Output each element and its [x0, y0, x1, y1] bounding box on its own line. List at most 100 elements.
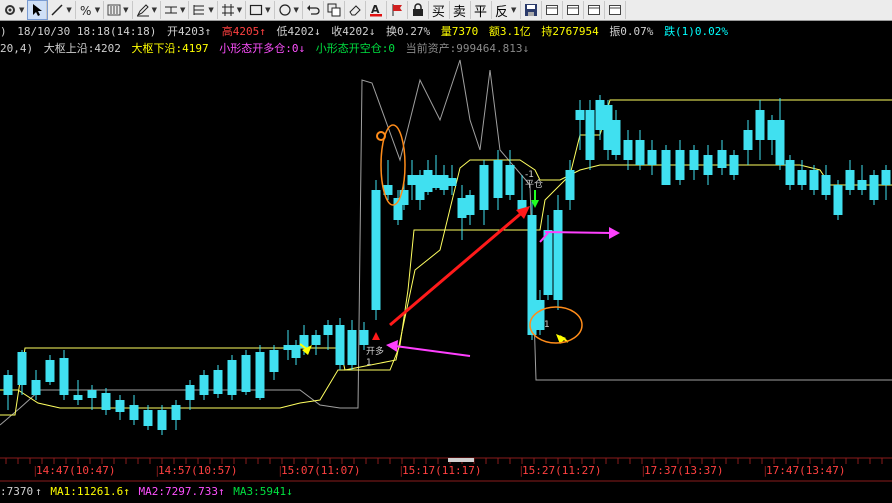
candle-body-down [157, 410, 167, 430]
candle-body-down [199, 375, 209, 395]
candle-body-down [689, 150, 699, 170]
time-separator: | [154, 464, 161, 477]
candle-body-down [595, 100, 605, 130]
candle-body-down [493, 160, 503, 198]
time-axis: 14:47(10:47) | 14:57(10:57) | 15:07(11:07) | 1… [0, 461, 892, 479]
pink-arrow-line-2 [544, 231, 613, 234]
candle-body-down [171, 405, 181, 420]
ma1-value: MA1:11261.6↑ [50, 485, 130, 498]
candle-body-down [603, 105, 613, 150]
candle-body-down [505, 165, 515, 195]
candle-body-down [371, 190, 381, 310]
candle-body-down [647, 150, 657, 165]
candle-body-down [447, 178, 457, 186]
candle-body-down [407, 175, 417, 185]
candle-body-down [585, 110, 595, 160]
candle-body-down [845, 170, 855, 190]
candle-body-down [703, 155, 713, 175]
time-separator: | [640, 464, 647, 477]
candle-body-down [439, 175, 449, 190]
time-separator: | [32, 464, 39, 477]
pivot-upper-line [0, 99, 892, 409]
candle-body-down [465, 195, 475, 215]
candle-body-down [227, 360, 237, 395]
candle-body-down [881, 170, 891, 185]
candle-body-down [87, 390, 97, 398]
time-label: 15:27(11:27) [522, 464, 602, 477]
open-long-qty-label: 1 [366, 358, 372, 368]
close-position-label: 平仓 [525, 180, 544, 190]
ma3-value: MA3:5941↓ [233, 485, 293, 498]
candle-body-down [857, 180, 867, 190]
candle-body-down [213, 370, 223, 394]
candle-body-down [543, 230, 553, 295]
candle-body-down [809, 170, 819, 190]
candle-body-down [101, 393, 111, 410]
candle-body-down [323, 325, 333, 335]
volume-ma-line: :7370 ↑ MA1:11261.6↑ MA2:7297.733↑ MA3:59… [0, 485, 295, 498]
candle-body-down [3, 375, 13, 395]
candle-body-down [717, 150, 727, 168]
candle-body-down [59, 358, 69, 395]
time-separator: | [762, 464, 769, 477]
candle-body-down [431, 175, 441, 188]
candle-body-down [833, 185, 843, 215]
candlestick-chart[interactable] [0, 0, 892, 503]
candle-body-down [241, 355, 251, 392]
candle-body-down [767, 120, 777, 140]
candle-body-down [399, 190, 409, 205]
time-label: 14:57(10:57) [158, 464, 238, 477]
candle-body-down [255, 352, 265, 398]
candle-body-down [755, 110, 765, 140]
time-label: 15:17(11:17) [402, 464, 482, 477]
candle-body-down [743, 130, 753, 150]
candle-body-down [565, 170, 575, 200]
candle-body-down [457, 198, 467, 218]
candle-body-down [797, 170, 807, 185]
marker-circle [376, 131, 386, 141]
candle-body-down [359, 330, 369, 345]
candle-body-down [269, 350, 279, 372]
time-label: 17:47(13:47) [766, 464, 846, 477]
candle-body-down [115, 400, 125, 412]
candle-body-down [31, 380, 41, 395]
candle-body-down [423, 170, 433, 192]
candle-body-down [635, 140, 645, 165]
pink-arrow-line-1 [394, 345, 471, 357]
ma2-value: MA2:7297.733↑ [138, 485, 225, 498]
time-separator: | [277, 464, 284, 477]
candle-body-down [675, 150, 685, 180]
candle-body-down [479, 165, 489, 210]
small-qty-label: 1 [544, 320, 550, 330]
candle-body-down [347, 330, 357, 365]
close-position-qty-label: -1 [525, 170, 534, 180]
candle-body-down [129, 405, 139, 420]
candle-body-down [785, 160, 795, 185]
candle-body-down [611, 120, 621, 155]
candle-body-down [553, 210, 563, 300]
candle-body-down [335, 325, 345, 365]
candle-body-down [311, 335, 321, 345]
open-signal-arrow [372, 332, 380, 340]
candle-body-down [17, 352, 27, 385]
pivot-lower-line [0, 159, 892, 416]
candle-body-down [729, 155, 739, 175]
candle-body-down [661, 150, 671, 185]
candle-body-down [869, 175, 879, 200]
time-label: 17:37(13:37) [644, 464, 724, 477]
time-label: 14:47(10:47) [36, 464, 116, 477]
candle-body-down [291, 345, 301, 358]
candle-body-down [283, 345, 293, 350]
candle-body-down [623, 140, 633, 160]
time-separator: | [518, 464, 525, 477]
candle-body-down [143, 410, 153, 426]
open-long-label: 开多 [366, 347, 385, 357]
candle-body-down [73, 395, 83, 400]
vol-value: :7370 ↑ [0, 485, 42, 498]
candle-body-down [45, 360, 55, 382]
pink-arrow-head-2 [609, 227, 620, 239]
pink-arrow-head-1 [386, 340, 398, 352]
candle-body-down [775, 120, 785, 165]
candle-body-down [821, 175, 831, 195]
time-label: 15:07(11:07) [281, 464, 361, 477]
